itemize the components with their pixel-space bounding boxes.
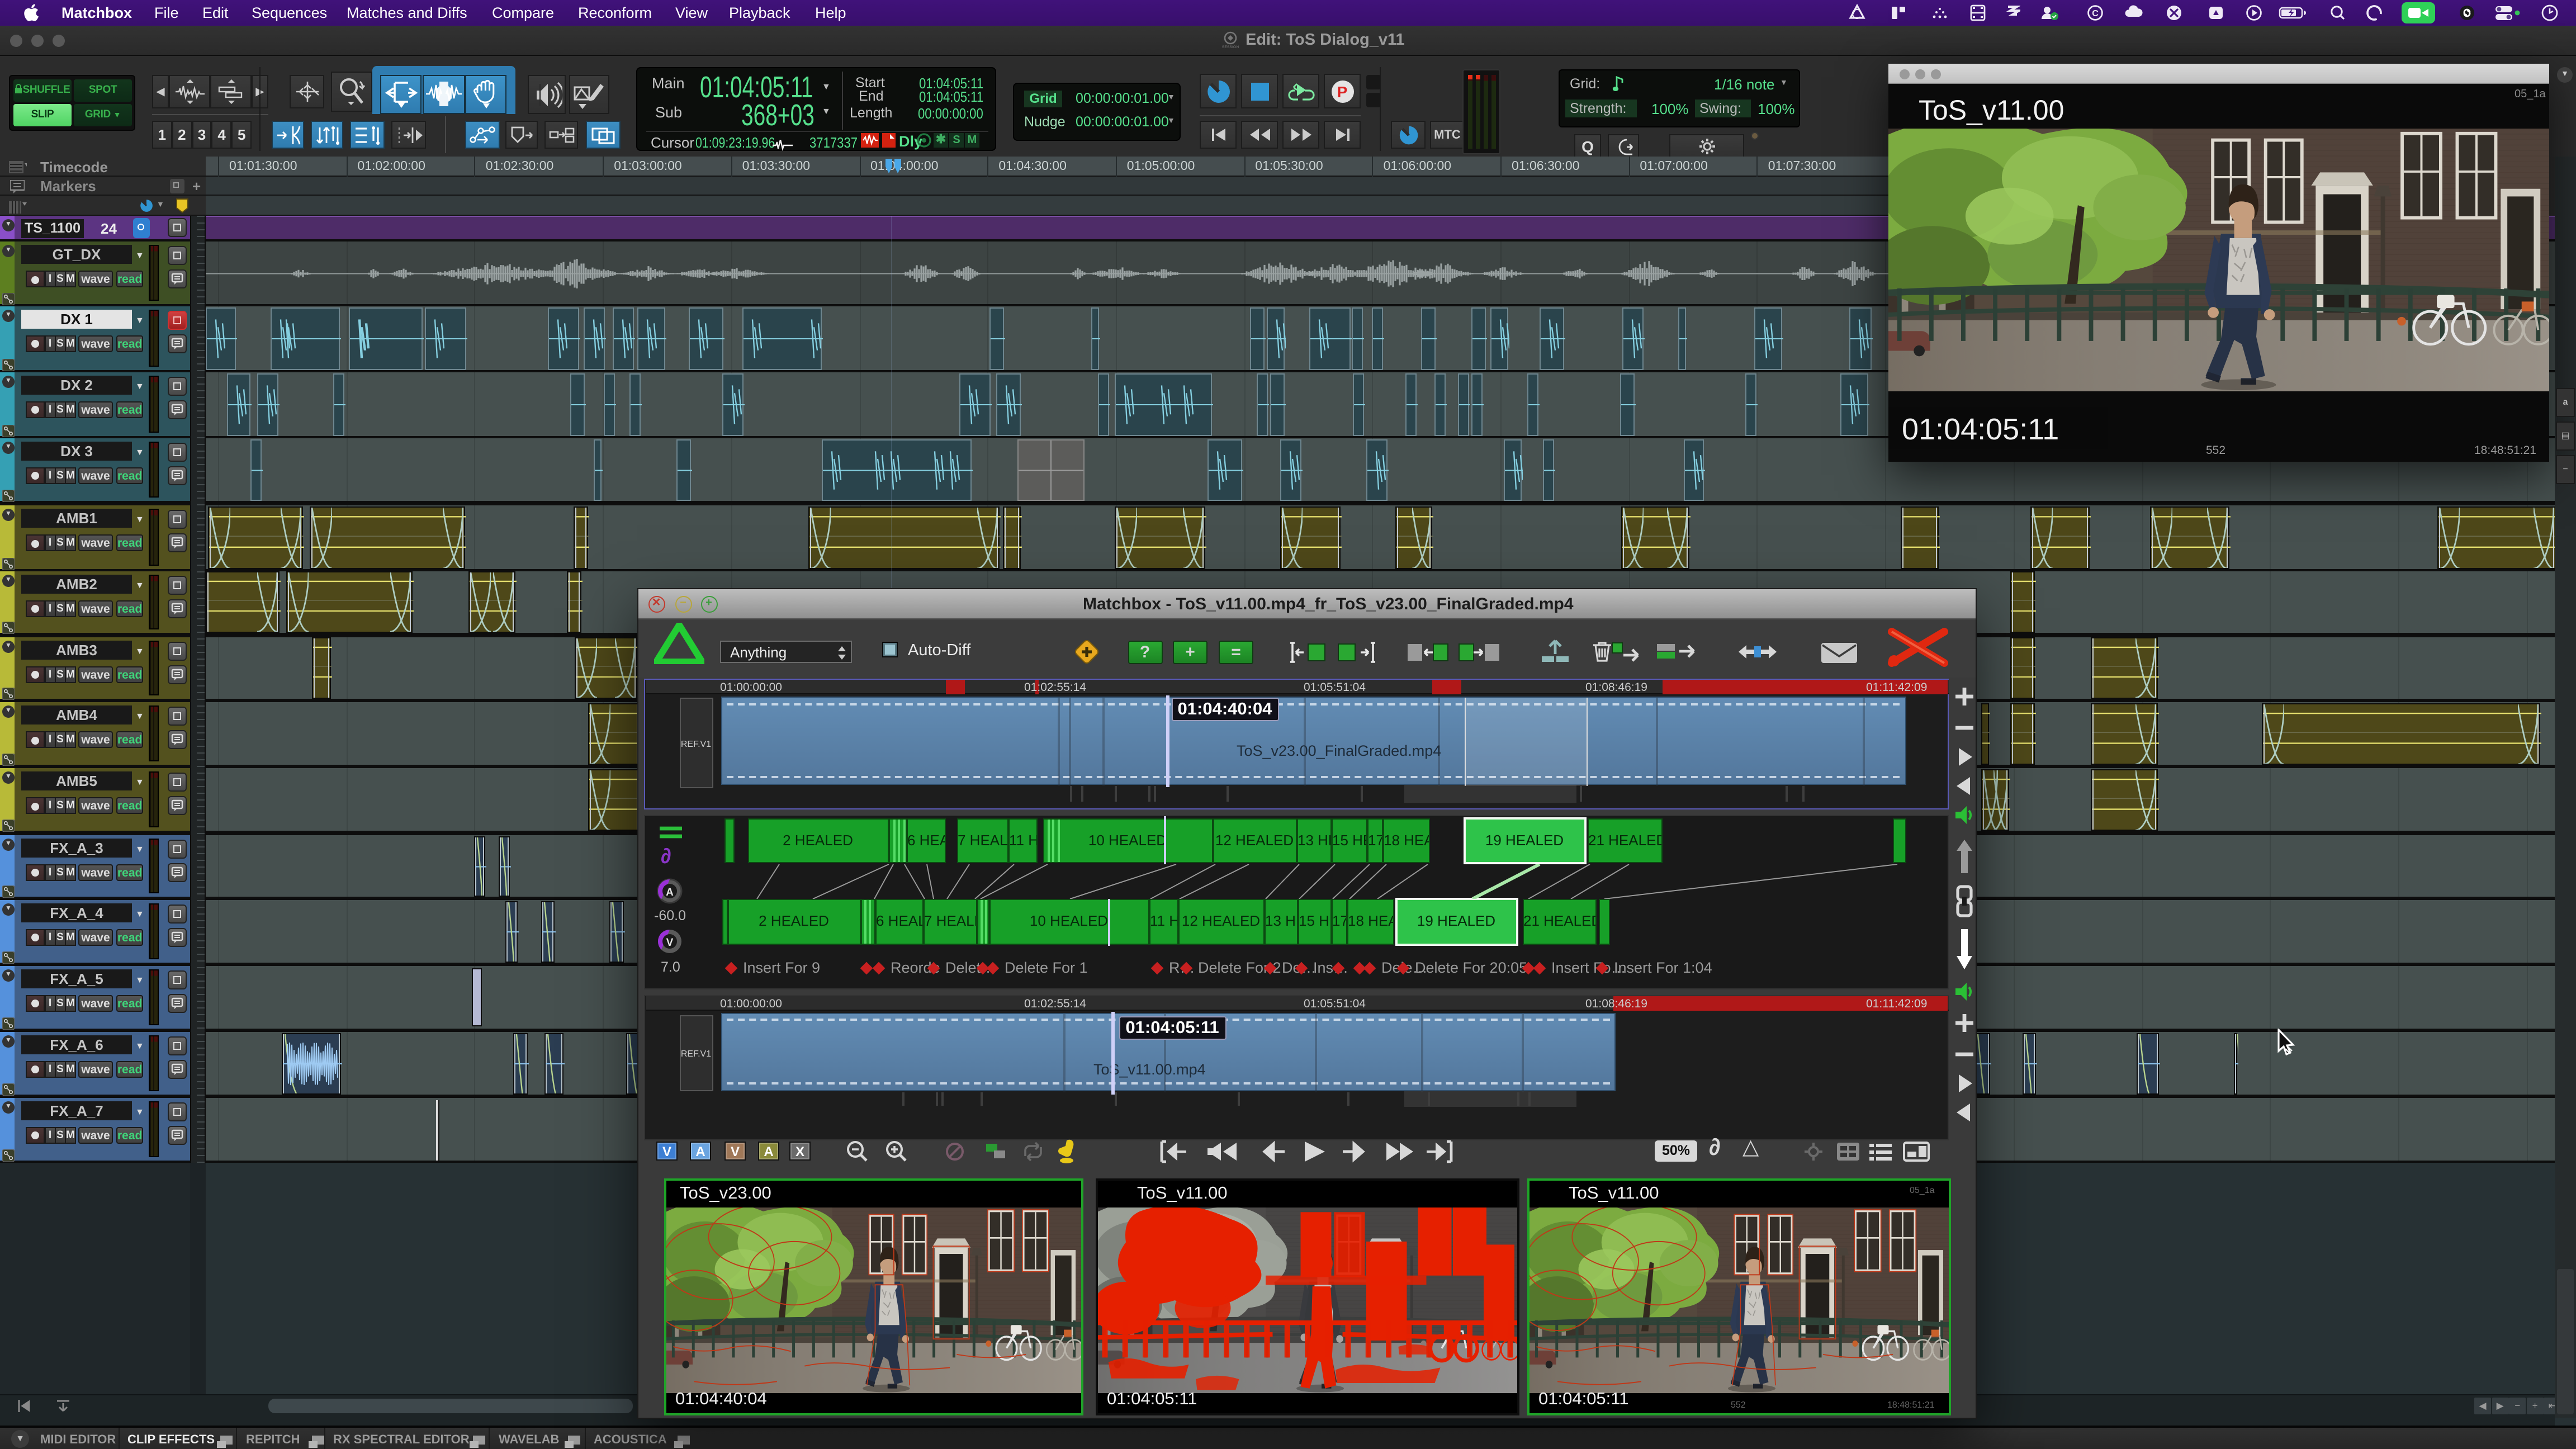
svg-text:SESSION: SESSION bbox=[1222, 45, 1239, 49]
svg-text:V: V bbox=[666, 936, 674, 948]
svg-text:C: C bbox=[2092, 9, 2099, 18]
